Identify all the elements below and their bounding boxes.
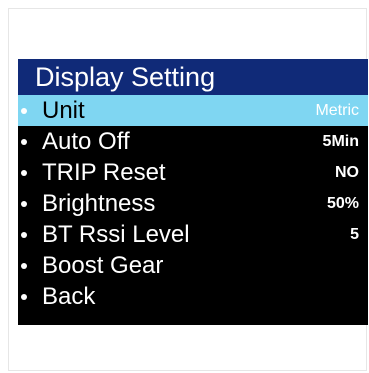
bullet-icon bbox=[21, 139, 27, 145]
menu-item-boost-gear[interactable]: Boost Gear bbox=[18, 250, 368, 281]
menu-item-value: NO bbox=[335, 164, 359, 181]
menu-item-value: 50% bbox=[326, 195, 359, 212]
menu-item-label: Auto Off bbox=[42, 128, 130, 155]
menu-item-auto-off[interactable]: Auto Off 5Min bbox=[18, 126, 368, 157]
menu-item-label: Brightness bbox=[42, 190, 156, 217]
menu-item-label: Unit bbox=[42, 97, 85, 124]
menu-item-label: Back bbox=[42, 283, 96, 310]
menu-item-value: 5Min bbox=[322, 133, 359, 150]
menu-item-brightness[interactable]: Brightness 50% bbox=[18, 188, 368, 219]
menu-item-label: BT Rssi Level bbox=[42, 221, 190, 248]
bullet-icon bbox=[21, 201, 27, 207]
display-screen: Display Setting Unit Metric Auto Off 5Mi… bbox=[18, 59, 368, 325]
bullet-icon bbox=[21, 170, 27, 176]
menu-item-bt-rssi-level[interactable]: BT Rssi Level 5 bbox=[18, 219, 368, 250]
bullet-icon bbox=[21, 263, 27, 269]
bullet-icon bbox=[21, 294, 27, 300]
menu-item-back[interactable]: Back bbox=[18, 281, 368, 312]
menu-item-value: 5 bbox=[350, 226, 359, 243]
menu-item-trip-reset[interactable]: TRIP Reset NO bbox=[18, 157, 368, 188]
bullet-icon bbox=[21, 232, 27, 238]
menu-item-label: Boost Gear bbox=[42, 252, 164, 279]
page-title: Display Setting bbox=[35, 62, 216, 92]
menu-item-unit[interactable]: Unit Metric bbox=[18, 95, 368, 126]
title-bar: Display Setting bbox=[18, 59, 368, 95]
menu-item-label: TRIP Reset bbox=[42, 159, 166, 186]
menu-item-value: Metric bbox=[315, 102, 359, 119]
bullet-icon bbox=[21, 108, 27, 114]
